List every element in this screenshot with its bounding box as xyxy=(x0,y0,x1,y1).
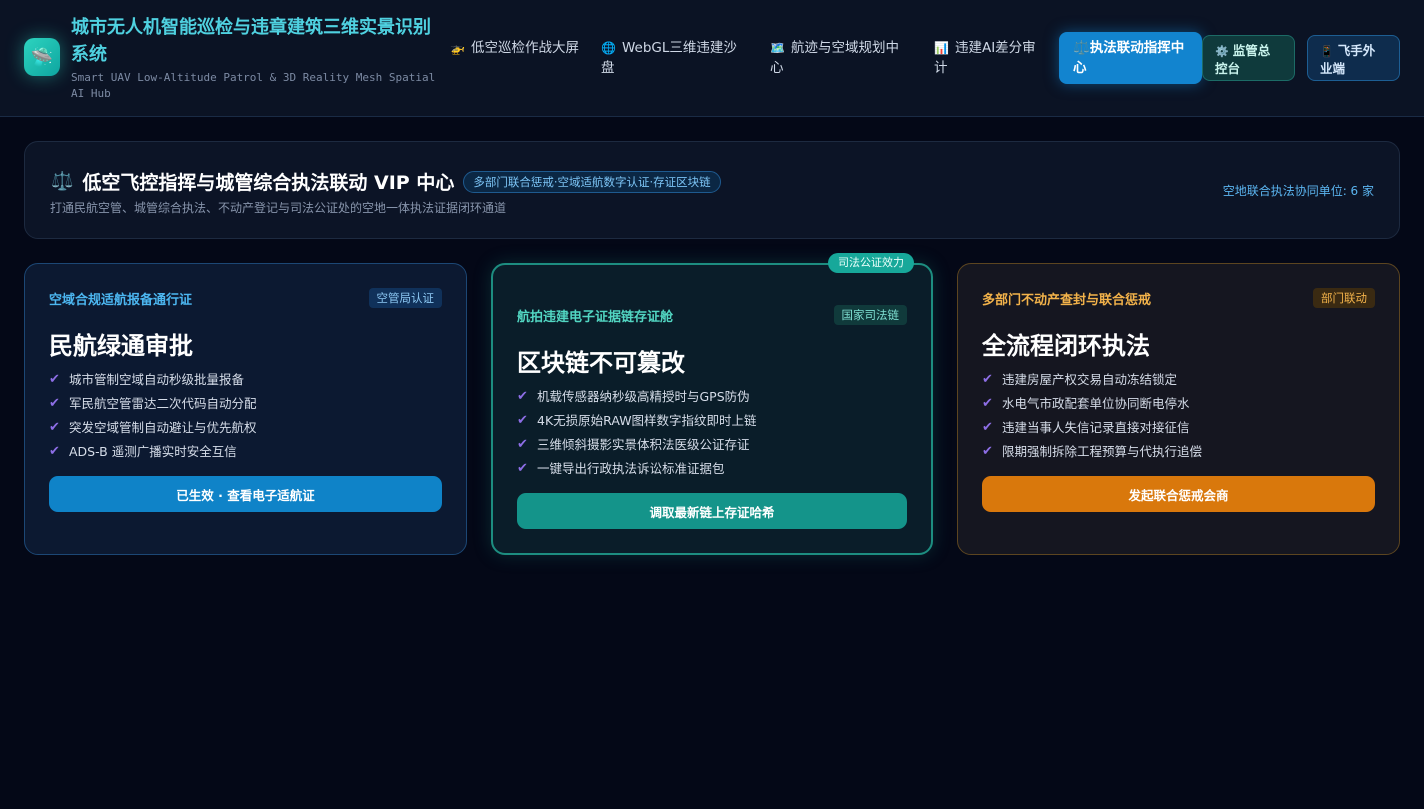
card-kicker: 多部门不动产查封与联合惩戒 xyxy=(982,292,1152,308)
check-icon: ✔ xyxy=(517,461,528,476)
card-joint-enforcement: 多部门不动产查封与联合惩戒 部门联动 全流程闭环执法 ✔ 违建房屋产权交易自动冻结… xyxy=(957,263,1400,555)
nav-patrol-dashboard[interactable]: 🚁 低空巡检作战大屏 xyxy=(450,38,590,58)
check-icon: ✔ xyxy=(49,420,60,435)
card-kicker: 航拍违建电子证据链存证舱 xyxy=(517,309,674,325)
check-icon: ✔ xyxy=(49,444,60,459)
drone-logo-icon[interactable]: 🛸 xyxy=(24,38,60,76)
nav-label: WebGL三维违建沙盘 xyxy=(601,40,737,76)
check-icon: ✔ xyxy=(982,420,993,435)
list-item-text: ADS-B 遥测广播实时安全互信 xyxy=(69,444,237,459)
card-evidence-chain: 司法公证效力 航拍违建电子证据链存证舱 国家司法链 区块链不可篡改 ✔ 机载传感器… xyxy=(491,253,933,555)
card-tag: 部门联动 xyxy=(1313,288,1375,308)
list-item-text: 军民航空管雷达二次代码自动分配 xyxy=(69,396,257,411)
list-item-text: 机载传感器纳秒级高精授时与GPS防伪 xyxy=(537,389,750,404)
check-icon: ✔ xyxy=(982,396,993,411)
hero-panel: ⚖️ 低空飞控指挥与城管综合执法联动 VIP 中心 多部门联合惩戒·空域适航数字… xyxy=(24,141,1400,239)
list-item-text: 水电气市政配套单位协同断电停水 xyxy=(1002,396,1190,411)
pilot-field-app-button[interactable]: 📱 飞手外业端 xyxy=(1307,35,1400,81)
nav-label: 违建AI差分审计 xyxy=(934,40,1036,76)
card-airspace-pass: 空域合规适航报备通行证 空管局认证 民航绿通审批 ✔ 城市管制空域自动秒级批量报备… xyxy=(24,263,467,555)
list-item: ✔ 三维倾斜摄影实景体积法医级公证存证 xyxy=(517,433,907,457)
list-item: ✔ 一键导出行政执法诉讼标准证据包 xyxy=(517,457,907,481)
feature-list: ✔ 城市管制空域自动秒级批量报备 ✔ 军民航空管雷达二次代码自动分配 ✔ 突发空域管制… xyxy=(49,368,442,464)
fetch-hash-button[interactable]: 调取最新链上存证哈希 xyxy=(517,493,907,529)
card-header: 多部门不动产查封与联合惩戒 部门联动 xyxy=(982,288,1375,308)
nav-webgl-sandbox[interactable]: 🌐 WebGL三维违建沙盘 xyxy=(601,38,741,78)
scales-icon: ⚖️ xyxy=(1073,40,1090,56)
gear-icon: ⚙️ xyxy=(1215,45,1229,58)
mobile-phone-icon: 📱 xyxy=(1320,45,1334,58)
app-subtitle: Smart UAV Low-Altitude Patrol & 3D Reali… xyxy=(71,71,436,100)
check-icon: ✔ xyxy=(982,372,993,387)
list-item-text: 城市管制空域自动秒级批量报备 xyxy=(69,372,245,387)
list-item: ✔ 4K无损原始RAW图样数字指纹即时上链 xyxy=(517,409,907,433)
page-title: 低空飞控指挥与城管综合执法联动 VIP 中心 xyxy=(82,172,455,194)
card-tag: 国家司法链 xyxy=(833,305,907,325)
list-item-text: 突发空域管制自动避让与优先航权 xyxy=(69,420,257,435)
bar-chart-icon: 📊 xyxy=(934,41,949,55)
list-item: ✔ ADS-B 遥测广播实时安全互信 xyxy=(49,440,442,464)
list-item: ✔ 机载传感器纳秒级高精授时与GPS防伪 xyxy=(517,385,907,409)
check-icon: ✔ xyxy=(49,372,60,387)
card-title: 民航绿通审批 xyxy=(49,332,193,360)
check-icon: ✔ xyxy=(49,396,60,411)
app-title: 城市无人机智能巡检与违章建筑三维实景识别系统 xyxy=(71,17,431,65)
card-kicker: 空域合规适航报备通行证 xyxy=(49,292,193,308)
list-item-text: 限期强制拆除工程预算与代执行追偿 xyxy=(1002,444,1203,459)
nav-label: 航迹与空域规划中心 xyxy=(770,40,899,76)
notary-ribbon-badge: 司法公证效力 xyxy=(828,253,914,273)
list-item: ✔ 突发空域管制自动避让与优先航权 xyxy=(49,416,442,440)
card-title: 区块链不可篡改 xyxy=(517,349,685,377)
hero-badge: 多部门联合惩戒·空域适航数字认证·存证区块链 xyxy=(463,170,721,193)
nav-label: 执法联动指挥中心 xyxy=(1073,40,1185,76)
card-header: 空域合规适航报备通行证 空管局认证 xyxy=(49,288,442,308)
hero-title-row: ⚖️ 低空飞控指挥与城管综合执法联动 VIP 中心 多部门联合惩戒·空域适航数字… xyxy=(51,168,721,195)
list-item: ✔ 水电气市政配套单位协同断电停水 xyxy=(982,392,1375,416)
nav-route-planning[interactable]: 🗺️ 航迹与空域规划中心 xyxy=(770,38,910,78)
check-icon: ✔ xyxy=(517,413,528,428)
start-joint-consultation-button[interactable]: 发起联合惩戒会商 xyxy=(982,476,1375,512)
view-certificate-button[interactable]: 已生效 · 查看电子适航证 xyxy=(49,476,442,512)
list-item-text: 违建房屋产权交易自动冻结锁定 xyxy=(1002,372,1178,387)
check-icon: ✔ xyxy=(517,389,528,404)
list-item: ✔ 军民航空管雷达二次代码自动分配 xyxy=(49,392,442,416)
list-item: ✔ 城市管制空域自动秒级批量报备 xyxy=(49,368,442,392)
card-tag: 空管局认证 xyxy=(368,288,442,308)
nav-enforcement-center[interactable]: ⚖️执法联动指挥中心 xyxy=(1059,32,1202,84)
list-item: ✔ 违建当事人失信记录直接对接征信 xyxy=(982,416,1375,440)
list-item-text: 违建当事人失信记录直接对接征信 xyxy=(1002,420,1190,435)
map-icon: 🗺️ xyxy=(770,41,785,55)
helicopter-icon: 🚁 xyxy=(450,41,465,55)
nav-ai-audit[interactable]: 📊 违建AI差分审计 xyxy=(934,38,1044,78)
top-header: 🛸 城市无人机智能巡检与违章建筑三维实景识别系统 Smart UAV Low-A… xyxy=(0,0,1424,117)
globe-icon: 🌐 xyxy=(601,41,616,55)
list-item-text: 一键导出行政执法诉讼标准证据包 xyxy=(537,461,725,476)
list-item: ✔ 违建房屋产权交易自动冻结锁定 xyxy=(982,368,1375,392)
scales-icon: ⚖️ xyxy=(51,171,74,192)
nav-label: 低空巡检作战大屏 xyxy=(470,40,579,56)
check-icon: ✔ xyxy=(982,444,993,459)
feature-list: ✔ 违建房屋产权交易自动冻结锁定 ✔ 水电气市政配套单位协同断电停水 ✔ 违建当事人失… xyxy=(982,368,1375,464)
cooperating-units-count: 空地联合执法协同单位: 6 家 xyxy=(1222,184,1374,198)
hero-description: 打通民航空管、城管综合执法、不动产登记与司法公证处的空地一体执法证据闭环通道 xyxy=(50,201,507,215)
check-icon: ✔ xyxy=(517,437,528,452)
list-item-text: 三维倾斜摄影实景体积法医级公证存证 xyxy=(537,437,750,452)
list-item: ✔ 限期强制拆除工程预算与代执行追偿 xyxy=(982,440,1375,464)
feature-list: ✔ 机载传感器纳秒级高精授时与GPS防伪 ✔ 4K无损原始RAW图样数字指纹即时上链… xyxy=(517,385,907,481)
list-item-text: 4K无损原始RAW图样数字指纹即时上链 xyxy=(537,413,757,428)
card-header: 航拍违建电子证据链存证舱 国家司法链 xyxy=(517,305,907,325)
card-title: 全流程闭环执法 xyxy=(982,332,1150,360)
supervision-console-button[interactable]: ⚙️ 监管总控台 xyxy=(1202,35,1295,81)
